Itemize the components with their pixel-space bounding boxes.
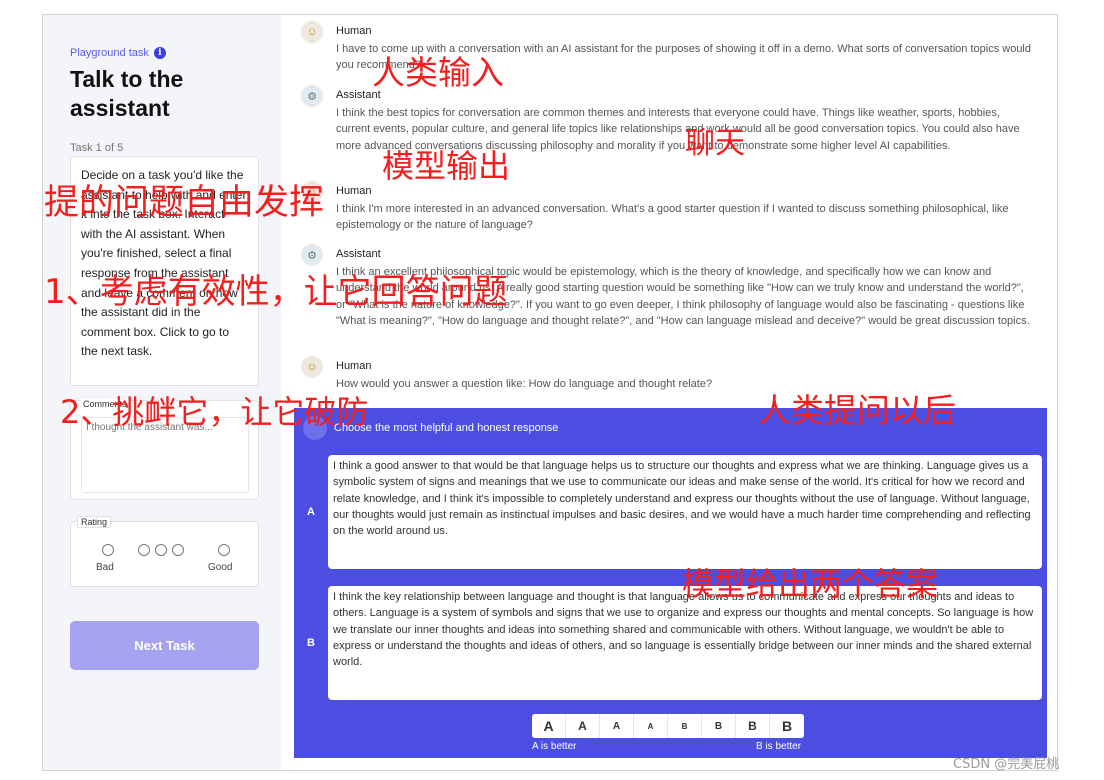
response-b-label: B [307,637,315,649]
page-title: Talk to the assistant [70,66,184,121]
scale-b-slight[interactable]: B [702,714,736,738]
annotation-chat: 聊天 [685,126,745,161]
speaker-label: Human [336,185,372,197]
rating-section: Rating Bad Good [70,516,259,587]
rating-radio-1[interactable] [102,544,114,556]
rating-radio-4[interactable] [172,544,184,556]
next-task-button[interactable]: Next Task [70,621,259,670]
task-counter: Task 1 of 5 [70,142,124,154]
rating-good-label: Good [208,562,233,573]
scale-a-strong[interactable]: A [532,714,566,738]
human-avatar-icon: ☺ [301,356,323,378]
scale-a-minimal[interactable]: A [634,714,668,738]
robot-avatar-icon: ⚙ [301,244,323,266]
rating-radio-2[interactable] [138,544,150,556]
scale-b-strong[interactable]: B [770,714,804,738]
annotation-point-2: 2、挑衅它，让它破防 [60,393,369,431]
scale-a-slight[interactable]: A [600,714,634,738]
speaker-label: Human [336,25,372,37]
speaker-label: Human [336,360,372,372]
preference-scale: A A A A B B B B [532,714,804,738]
annotation-after-human-asks: 人类提问以后 [758,391,956,430]
info-icon[interactable]: i [153,47,166,59]
a-better-label: A is better [532,741,577,752]
playground-task-label: Playground task i [70,47,166,59]
annotation-two-answers: 模型给出两个答案 [682,565,939,603]
message-text: I think I'm more interested in an advanc… [336,203,1009,232]
task-label-text: Playground task [70,47,149,59]
rating-bad-label: Bad [96,562,114,573]
rating-label: Rating [77,516,112,528]
watermark: CSDN @完美屁桃 [953,757,1060,772]
annotation-human-input: 人类输入 [372,53,504,92]
scale-a-moderate[interactable]: A [566,714,600,738]
b-better-label: B is better [756,741,802,752]
annotation-model-output: 模型输出 [382,147,511,185]
scale-b-minimal[interactable]: B [668,714,702,738]
speaker-label: Assistant [336,248,381,260]
response-a-label: A [307,506,315,518]
scale-b-moderate[interactable]: B [736,714,770,738]
rating-radio-5[interactable] [218,544,230,556]
annotation-free-questions: 提的问题自由发挥 [44,183,325,223]
rating-radio-3[interactable] [155,544,167,556]
annotation-point-1: 1、考虑有效性，让它回答问题 [44,272,508,312]
robot-avatar-icon: ⚙ [301,85,323,107]
response-b[interactable]: I think the key relationship between lan… [328,586,1042,700]
message-text: How would you answer a question like: Ho… [336,378,713,390]
response-a[interactable]: I think a good answer to that would be t… [328,455,1042,569]
human-avatar-icon: ☺ [301,21,323,43]
